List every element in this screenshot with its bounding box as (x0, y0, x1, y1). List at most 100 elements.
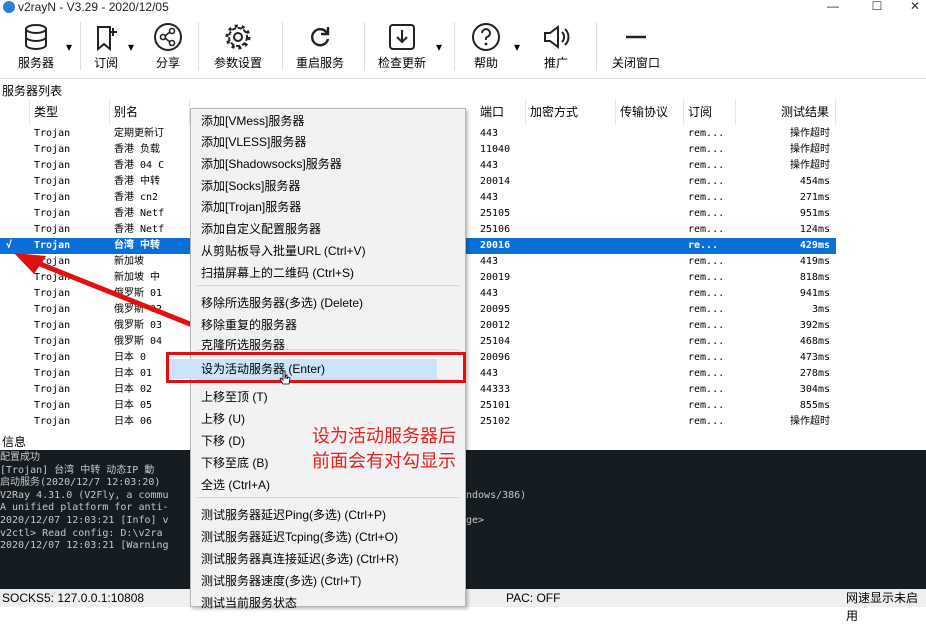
row-alias-cell: 香港 Netf (114, 208, 165, 219)
row-subscription-cell: rem... (688, 304, 725, 315)
menu-separator (197, 497, 459, 498)
promote-button[interactable]: 推广 (536, 16, 576, 76)
row-result-cell: 271ms (799, 192, 830, 203)
column-header-encryption[interactable]: 加密方式 (526, 100, 616, 124)
log-line: 配置成功 (0, 452, 40, 463)
row-result-cell: 操作超时 (790, 416, 830, 427)
menu-item[interactable]: 下移至底 (B) (201, 453, 268, 473)
row-subscription-cell: rem... (688, 224, 725, 235)
menu-item[interactable]: 下移 (D) (201, 431, 245, 451)
row-port-cell: 25106 (480, 224, 511, 235)
menu-item[interactable]: 添加[Shadowsocks]服务器 (201, 154, 342, 174)
menu-item[interactable]: 添加[VMess]服务器 (201, 111, 304, 131)
menu-item[interactable]: 移除重复的服务器 (201, 315, 297, 335)
log-line: A unified platform for anti- (0, 502, 169, 514)
row-subscription-cell: rem... (688, 208, 725, 219)
servers-button[interactable]: 服务器 (8, 16, 64, 76)
row-type-cell: Trojan (34, 208, 71, 219)
column-header-test-result[interactable]: 测试结果 (736, 100, 836, 124)
row-result-cell: 304ms (799, 384, 830, 395)
row-result-cell: 818ms (799, 272, 830, 283)
check-update-button[interactable]: 检查更新 (372, 16, 432, 76)
menu-item[interactable]: 测试当前服务状态 (201, 593, 297, 613)
close-button[interactable]: ✕ (900, 0, 926, 16)
column-header-subscription[interactable]: 订阅 (684, 100, 736, 124)
help-icon (472, 23, 500, 51)
share-button[interactable]: 分享 (148, 16, 188, 76)
subscribe-icon (97, 26, 117, 52)
menu-item[interactable]: 全选 (Ctrl+A) (201, 475, 270, 495)
row-alias-cell: 定期更新订 (114, 128, 164, 139)
menu-item[interactable]: 扫描屏幕上的二维码 (Ctrl+S) (201, 263, 354, 283)
menu-separator (197, 285, 459, 286)
menu-item[interactable]: 测试服务器速度(多选) (Ctrl+T) (201, 571, 361, 591)
row-subscription-cell: rem... (688, 352, 725, 363)
gear-icon (225, 24, 251, 50)
help-dropdown-icon[interactable]: ▾ (514, 40, 520, 54)
share-label: 分享 (155, 56, 180, 70)
settings-button[interactable]: 参数设置 (208, 16, 268, 76)
help-button[interactable]: 帮助 (466, 16, 506, 76)
update-dropdown-icon[interactable]: ▾ (436, 40, 442, 54)
menu-item[interactable]: 添加自定义配置服务器 (201, 219, 321, 239)
log-lines: 配置成功 [Trojan] 台湾 中转 动态IP 動启动服务(2020/12/7 … (0, 452, 169, 553)
column-header-type[interactable]: 类型 (30, 100, 110, 124)
column-header-check[interactable] (0, 100, 30, 124)
minimize-button[interactable]: — (818, 0, 848, 16)
column-header-alias[interactable]: 别名 (110, 100, 190, 124)
speed-status: 网速显示未启用 (846, 591, 919, 623)
app-logo-icon (3, 1, 15, 13)
menu-item[interactable]: 上移 (U) (201, 409, 245, 429)
log-line: 启动服务(2020/12/7 12:03:20) (0, 477, 161, 489)
row-port-cell: 443 (480, 192, 499, 203)
row-subscription-cell: rem... (688, 256, 725, 267)
window-title: v2rayN - V3.29 - 2020/12/05 (18, 0, 169, 14)
toolbar-divider (198, 22, 199, 70)
menu-item[interactable]: 测试服务器真连接延迟(多选) (Ctrl+R) (201, 549, 399, 569)
row-result-cell: 3ms (811, 304, 830, 315)
log-line-tail: ge> (466, 515, 485, 526)
annotation-text: 设为活动服务器后 前面会有对勾显示 (312, 424, 456, 474)
toolbar-divider (364, 22, 365, 70)
subscribe-dropdown-icon[interactable]: ▾ (128, 40, 134, 54)
row-port-cell: 25101 (480, 400, 511, 411)
row-alias-cell: 香港 04 C (114, 160, 165, 171)
menu-item[interactable]: 上移至顶 (T) (201, 387, 268, 407)
row-type-cell: Trojan (34, 224, 71, 235)
speaker-icon (544, 25, 570, 49)
row-type-cell: Trojan (34, 416, 71, 427)
column-header-port[interactable]: 端口 (476, 100, 526, 124)
row-result-cell: 操作超时 (790, 128, 830, 139)
restart-service-button[interactable]: 重启服务 (290, 16, 350, 76)
row-result-cell: 278ms (799, 368, 830, 379)
title-bar: v2rayN - V3.29 - 2020/12/05 — ☐ ✕ (0, 0, 926, 16)
menu-item[interactable]: 移除所选服务器(多选) (Delete) (201, 293, 363, 313)
column-header-transport[interactable]: 传输协议 (616, 100, 684, 124)
refresh-icon (311, 27, 330, 47)
subscribe-button[interactable]: 订阅 (86, 16, 126, 76)
share-icon (154, 23, 182, 51)
maximize-button[interactable]: ☐ (862, 0, 892, 16)
row-port-cell: 443 (480, 288, 499, 299)
toolbar-divider (80, 22, 81, 70)
row-result-cell: 操作超时 (790, 160, 830, 171)
row-port-cell: 44333 (480, 384, 511, 395)
row-port-cell: 25102 (480, 416, 511, 427)
menu-item[interactable]: 测试服务器延迟Tcping(多选) (Ctrl+O) (201, 527, 398, 547)
row-port-cell: 20096 (480, 352, 511, 363)
row-port-cell: 20016 (480, 240, 511, 251)
subscribe-label: 订阅 (93, 56, 118, 70)
menu-item[interactable]: 测试服务器延迟Ping(多选) (Ctrl+P) (201, 505, 386, 525)
toolbar: 服务器 ▾ 订阅 ▾ 分享 参数设置 重启服务 检查更新 ▾ 帮助 ▾ 推广 关… (0, 16, 926, 79)
row-result-cell: 392ms (799, 320, 830, 331)
servers-label: 服务器 (17, 56, 54, 70)
menu-item[interactable]: 添加[Trojan]服务器 (201, 197, 301, 217)
menu-item[interactable]: 添加[VLESS]服务器 (201, 132, 306, 152)
row-result-cell: 操作超时 (790, 144, 830, 155)
close-window-button[interactable]: 关闭窗口 (606, 16, 666, 76)
menu-item[interactable]: 添加[Socks]服务器 (201, 176, 300, 196)
servers-dropdown-icon[interactable]: ▾ (66, 40, 72, 54)
menu-item[interactable]: 从剪贴板导入批量URL (Ctrl+V) (201, 241, 366, 261)
row-subscription-cell: rem... (688, 400, 725, 411)
restart-service-label: 重启服务 (295, 56, 344, 70)
